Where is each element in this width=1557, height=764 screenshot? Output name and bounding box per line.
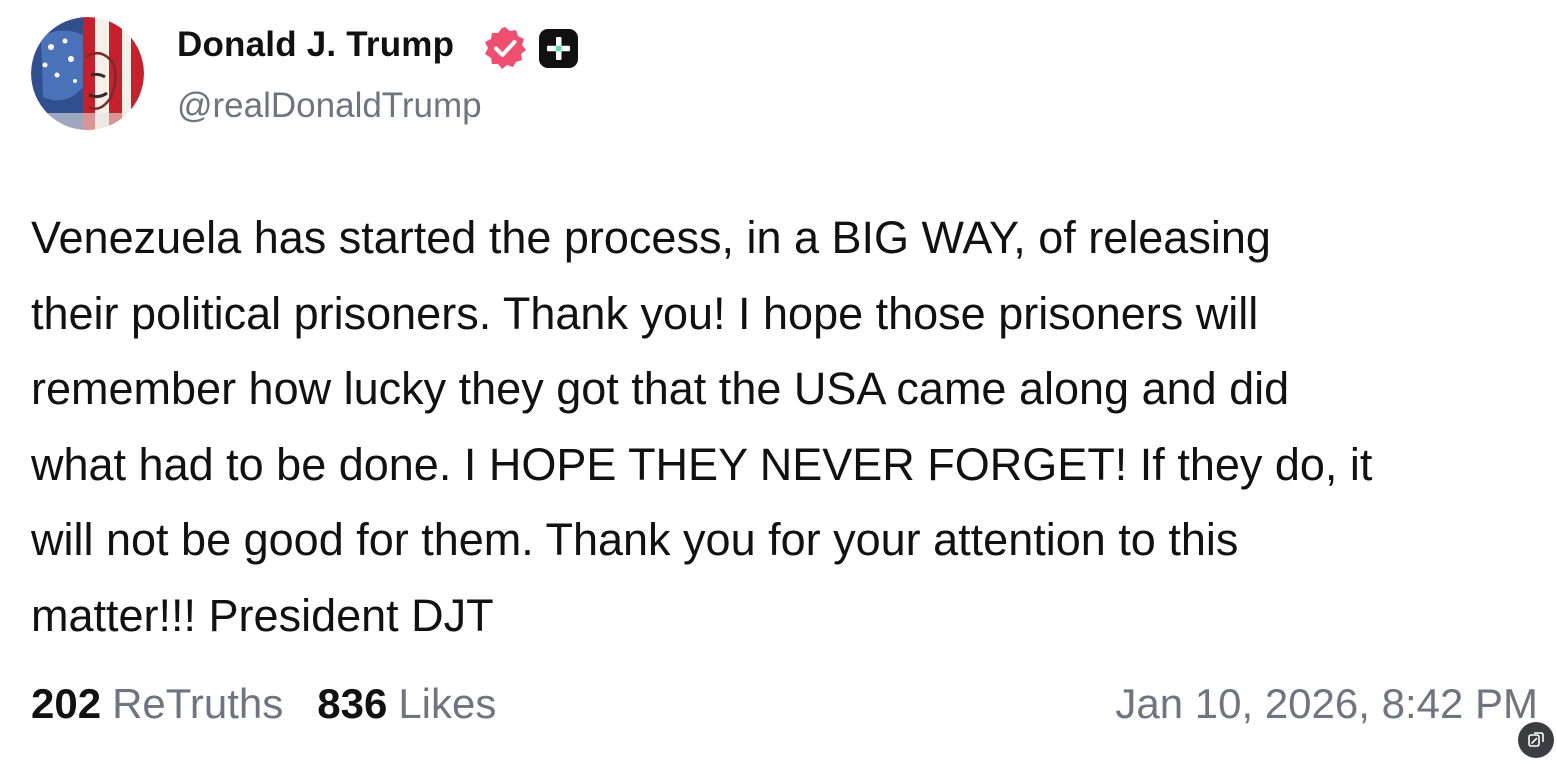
verified-badge-icon — [483, 26, 527, 70]
author-handle[interactable]: @realDonaldTrump — [177, 86, 482, 126]
likes-stat[interactable]: 836 Likes — [317, 680, 496, 728]
copy-edit-button[interactable] — [1518, 722, 1554, 758]
post-body-text: Venezuela has started the process, in a … — [31, 212, 1373, 641]
truth-post: Donald J. Trump @realDonaldTrump Venezue… — [0, 0, 1557, 764]
avatar-image — [31, 17, 144, 130]
author-badges — [483, 25, 578, 71]
post-timestamp[interactable]: Jan 10, 2026, 8:42 PM — [1115, 680, 1538, 728]
author-display-name[interactable]: Donald J. Trump — [177, 25, 454, 65]
post-stats: 202 ReTruths 836 Likes — [31, 680, 496, 728]
retruths-stat[interactable]: 202 ReTruths — [31, 680, 283, 728]
plus-square-icon — [539, 28, 578, 68]
likes-count: 836 — [317, 680, 388, 727]
retruths-label: ReTruths — [112, 680, 284, 727]
copy-edit-icon — [1528, 732, 1544, 747]
likes-label: Likes — [398, 680, 497, 727]
retruths-count: 202 — [31, 680, 102, 727]
author-avatar[interactable] — [31, 17, 144, 130]
